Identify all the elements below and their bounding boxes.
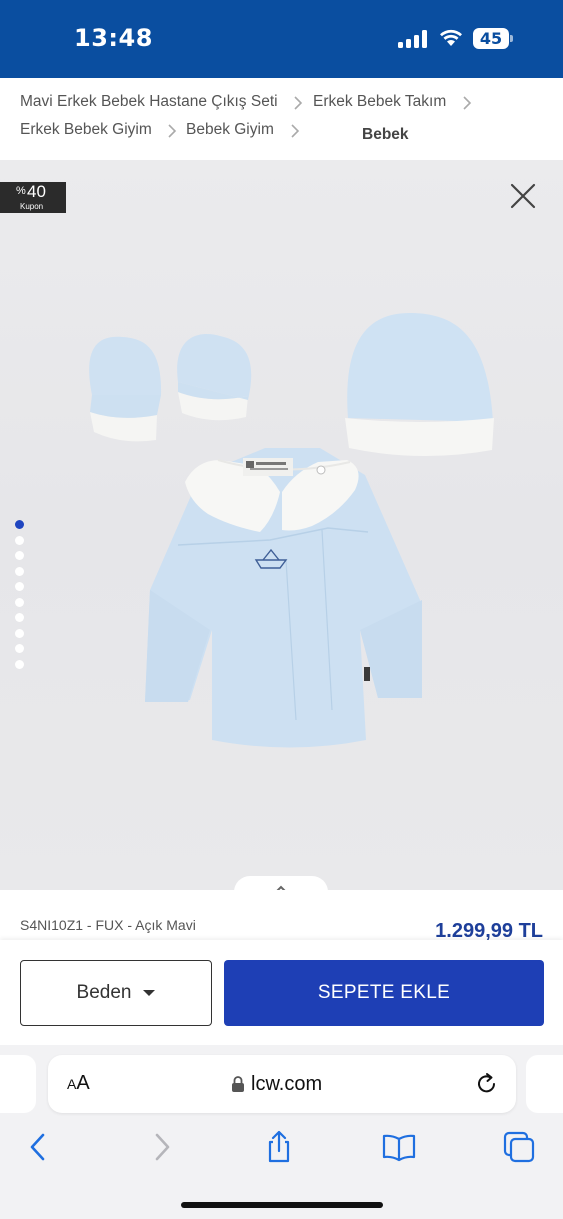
breadcrumb-item[interactable]: Mavi Erkek Bebek Hastane Çıkış Seti [20, 93, 278, 111]
url-text[interactable]: lcw.com [251, 1073, 322, 1096]
caret-down-icon [143, 990, 156, 996]
product-image [89, 312, 494, 748]
breadcrumb-current: Bebek [362, 126, 409, 143]
close-icon[interactable] [505, 178, 541, 214]
tab-preview-left[interactable] [0, 1055, 36, 1113]
lock-icon [232, 1076, 244, 1092]
pagination-dot[interactable] [15, 613, 24, 622]
pagination-dot[interactable] [15, 567, 24, 576]
battery-level: 45 [473, 28, 509, 49]
back-icon[interactable] [22, 1130, 56, 1164]
battery-icon: 45 [473, 28, 513, 49]
wifi-icon [440, 29, 462, 46]
add-to-cart-button[interactable]: SEPETE EKLE [224, 960, 544, 1026]
chevron-right-icon [168, 124, 177, 138]
home-indicator [181, 1202, 383, 1208]
coupon-badge: % 40 Kupon [0, 182, 66, 213]
breadcrumb: Mavi Erkek Bebek Hastane Çıkış Seti Erke… [0, 78, 563, 160]
pagination-dot[interactable] [15, 644, 24, 653]
gallery-pagination [14, 505, 26, 675]
breadcrumb-item[interactable]: Erkek Bebek Takım [313, 93, 446, 111]
pagination-dot[interactable] [15, 598, 24, 607]
tabs-icon[interactable] [502, 1130, 536, 1164]
breadcrumb-item[interactable]: Bebek Giyim [186, 121, 274, 139]
text-size-button[interactable]: AA [67, 1072, 90, 1095]
product-gallery[interactable]: % 40 Kupon [0, 160, 563, 890]
browser-toolbar: AA lcw.com [0, 1045, 563, 1219]
pagination-dot[interactable] [15, 629, 24, 638]
pagination-dot[interactable] [15, 551, 24, 560]
forward-icon[interactable] [144, 1130, 178, 1164]
signal-icon [398, 30, 428, 48]
size-select[interactable]: Beden [20, 960, 212, 1026]
pagination-dot-active[interactable] [15, 520, 24, 529]
breadcrumb-item[interactable]: Erkek Bebek Giyim [20, 121, 152, 139]
share-icon[interactable] [262, 1130, 296, 1164]
action-bar: Beden SEPETE EKLE [0, 940, 563, 1045]
status-bar: 13:48 45 [0, 0, 563, 78]
chevron-right-icon [291, 124, 300, 138]
coupon-percent-sign: % [16, 185, 26, 197]
tab-preview-right[interactable] [526, 1055, 563, 1113]
chevron-right-icon [294, 96, 303, 110]
bookmarks-icon[interactable] [382, 1130, 416, 1164]
coupon-value: 40 [27, 182, 46, 201]
pagination-dot[interactable] [15, 660, 24, 669]
pagination-dot[interactable] [15, 536, 24, 545]
size-select-label: Beden [76, 982, 132, 1003]
pagination-dot[interactable] [15, 582, 24, 591]
chevron-right-icon [463, 96, 472, 110]
status-time: 13:48 [74, 24, 153, 52]
product-sku: S4NI10Z1 - FUX - Açık Mavi [20, 917, 196, 933]
reload-icon[interactable] [474, 1071, 500, 1097]
address-bar[interactable]: AA lcw.com [48, 1055, 516, 1113]
coupon-label: Kupon [20, 202, 44, 211]
